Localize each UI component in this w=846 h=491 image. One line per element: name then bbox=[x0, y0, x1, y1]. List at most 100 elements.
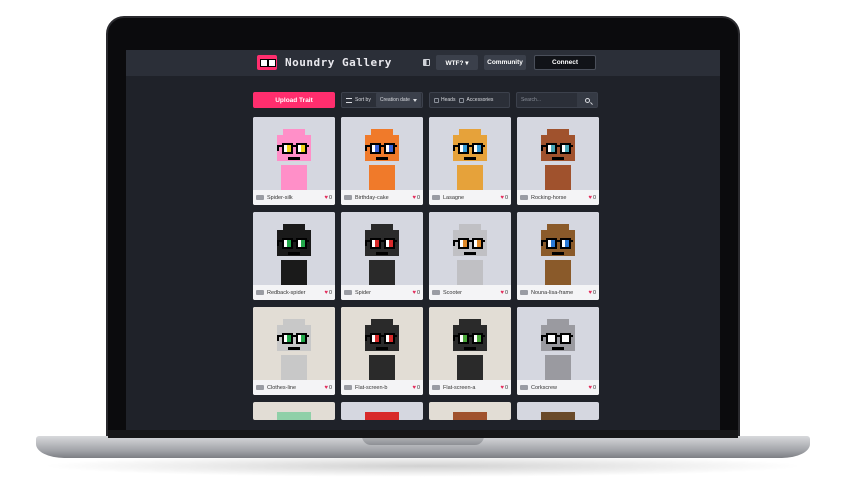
upload-trait-button[interactable]: Upload Trait bbox=[253, 92, 335, 108]
trait-type-icon bbox=[344, 195, 352, 200]
trait-artwork bbox=[453, 412, 487, 420]
theme-toggle-icon[interactable] bbox=[423, 59, 430, 66]
trait-card[interactable]: Scooter ♥ 0 bbox=[429, 212, 511, 300]
trait-caption: Redback-spider ♥ 0 bbox=[253, 285, 335, 300]
trait-artwork bbox=[341, 212, 423, 285]
heart-icon[interactable]: ♥ bbox=[412, 195, 416, 201]
heads-checkbox[interactable] bbox=[434, 97, 439, 103]
trait-card[interactable]: Rocking-horse ♥ 0 bbox=[517, 117, 599, 205]
caret-down-icon bbox=[412, 98, 417, 102]
search-button[interactable] bbox=[577, 93, 597, 107]
like-count: 0 bbox=[504, 289, 508, 296]
trait-artwork bbox=[341, 307, 423, 380]
trait-type-icon bbox=[520, 385, 528, 390]
sort-selected-value: Creation date bbox=[379, 97, 410, 103]
trait-caption: Corkscrew ♥ 0 bbox=[517, 380, 599, 395]
trait-artwork bbox=[429, 212, 511, 285]
like-count: 0 bbox=[592, 194, 596, 201]
sort-icon bbox=[346, 97, 352, 103]
trait-caption: Spider-silk ♥ 0 bbox=[253, 190, 335, 205]
trait-caption: Nouna-lisa-frame ♥ 0 bbox=[517, 285, 599, 300]
accessories-checkbox[interactable] bbox=[459, 97, 465, 103]
heart-icon[interactable]: ♥ bbox=[412, 385, 416, 391]
trait-type-icon bbox=[432, 290, 440, 295]
browser-screen: Noundry Gallery WTF? ▾ Community Connect… bbox=[126, 50, 720, 430]
trait-type-icon bbox=[432, 385, 440, 390]
trait-card-partial[interactable] bbox=[341, 402, 423, 420]
trait-caption: Rocking-horse ♥ 0 bbox=[517, 190, 599, 205]
sort-select[interactable]: Creation date bbox=[375, 93, 421, 107]
heart-icon[interactable]: ♥ bbox=[324, 290, 328, 296]
heart-icon[interactable]: ♥ bbox=[500, 290, 504, 296]
trait-artwork bbox=[341, 117, 423, 190]
like-count: 0 bbox=[592, 289, 596, 296]
trait-name: Spider bbox=[355, 289, 371, 296]
like-count: 0 bbox=[504, 384, 508, 391]
trait-card[interactable]: Lasagne ♥ 0 bbox=[429, 117, 511, 205]
trait-artwork bbox=[541, 412, 575, 420]
trait-caption: Lasagne ♥ 0 bbox=[429, 190, 511, 205]
like-count: 0 bbox=[504, 194, 508, 201]
trait-type-icon bbox=[344, 385, 352, 390]
trait-caption: Birthday-cake ♥ 0 bbox=[341, 190, 423, 205]
trait-card[interactable]: Birthday-cake ♥ 0 bbox=[341, 117, 423, 205]
trait-caption: Spider ♥ 0 bbox=[341, 285, 423, 300]
trait-artwork bbox=[253, 212, 335, 285]
heart-icon[interactable]: ♥ bbox=[500, 195, 504, 201]
trait-type-icon bbox=[344, 290, 352, 295]
trait-artwork bbox=[429, 117, 511, 190]
trait-type-icon bbox=[520, 195, 528, 200]
heart-icon[interactable]: ♥ bbox=[500, 385, 504, 391]
trait-name: Lasagne bbox=[443, 194, 465, 201]
trait-card[interactable]: Nouna-lisa-frame ♥ 0 bbox=[517, 212, 599, 300]
sort-label: Sort by bbox=[355, 97, 371, 103]
search-icon bbox=[584, 97, 590, 103]
brand[interactable]: Noundry Gallery bbox=[257, 55, 392, 70]
trait-artwork bbox=[517, 117, 599, 190]
like-count: 0 bbox=[328, 194, 332, 201]
trait-card[interactable]: Clothes-line ♥ 0 bbox=[253, 307, 335, 395]
heart-icon[interactable]: ♥ bbox=[324, 385, 328, 391]
sort-control: Sort by Creation date bbox=[341, 92, 423, 108]
search-input[interactable] bbox=[517, 93, 577, 107]
trait-caption: Flat-screen-a ♥ 0 bbox=[429, 380, 511, 395]
trait-type-icon bbox=[432, 195, 440, 200]
trait-type-icon bbox=[256, 195, 264, 200]
trait-name: Nouna-lisa-frame bbox=[531, 289, 574, 296]
trait-type-icon bbox=[520, 290, 528, 295]
heart-icon[interactable]: ♥ bbox=[324, 195, 328, 201]
like-count: 0 bbox=[328, 289, 332, 296]
trait-name: Birthday-cake bbox=[355, 194, 389, 201]
noggles-logo-icon bbox=[257, 55, 277, 70]
trait-card[interactable]: Flat-screen-a ♥ 0 bbox=[429, 307, 511, 395]
type-filters: Heads Accessories bbox=[429, 92, 510, 108]
heart-icon[interactable]: ♥ bbox=[588, 385, 592, 391]
trait-artwork bbox=[517, 307, 599, 380]
heads-label: Heads bbox=[441, 97, 456, 103]
trait-name: Rocking-horse bbox=[531, 194, 567, 201]
connect-button[interactable]: Connect bbox=[534, 55, 596, 70]
like-count: 0 bbox=[328, 384, 332, 391]
trait-card[interactable]: Flat-screen-b ♥ 0 bbox=[341, 307, 423, 395]
heart-icon[interactable]: ♥ bbox=[412, 290, 416, 296]
trait-card[interactable]: Spider ♥ 0 bbox=[341, 212, 423, 300]
trait-card[interactable]: Corkscrew ♥ 0 bbox=[517, 307, 599, 395]
search-box bbox=[516, 92, 598, 108]
trait-card-partial[interactable] bbox=[429, 402, 511, 420]
community-button[interactable]: Community bbox=[484, 55, 526, 70]
heart-icon[interactable]: ♥ bbox=[588, 290, 592, 296]
trait-card-partial[interactable] bbox=[517, 402, 599, 420]
trait-artwork bbox=[253, 307, 335, 380]
wtf-menu-button[interactable]: WTF? ▾ bbox=[436, 55, 478, 70]
trait-artwork bbox=[429, 307, 511, 380]
heart-icon[interactable]: ♥ bbox=[588, 195, 592, 201]
like-count: 0 bbox=[592, 384, 596, 391]
trait-name: Corkscrew bbox=[531, 384, 557, 391]
trait-card[interactable]: Spider-silk ♥ 0 bbox=[253, 117, 335, 205]
trait-card-partial[interactable] bbox=[253, 402, 335, 420]
laptop-bezel bbox=[108, 430, 738, 438]
trait-card[interactable]: Redback-spider ♥ 0 bbox=[253, 212, 335, 300]
like-count: 0 bbox=[416, 194, 420, 201]
trait-type-icon bbox=[256, 290, 264, 295]
trait-name: Flat-screen-a bbox=[443, 384, 476, 391]
